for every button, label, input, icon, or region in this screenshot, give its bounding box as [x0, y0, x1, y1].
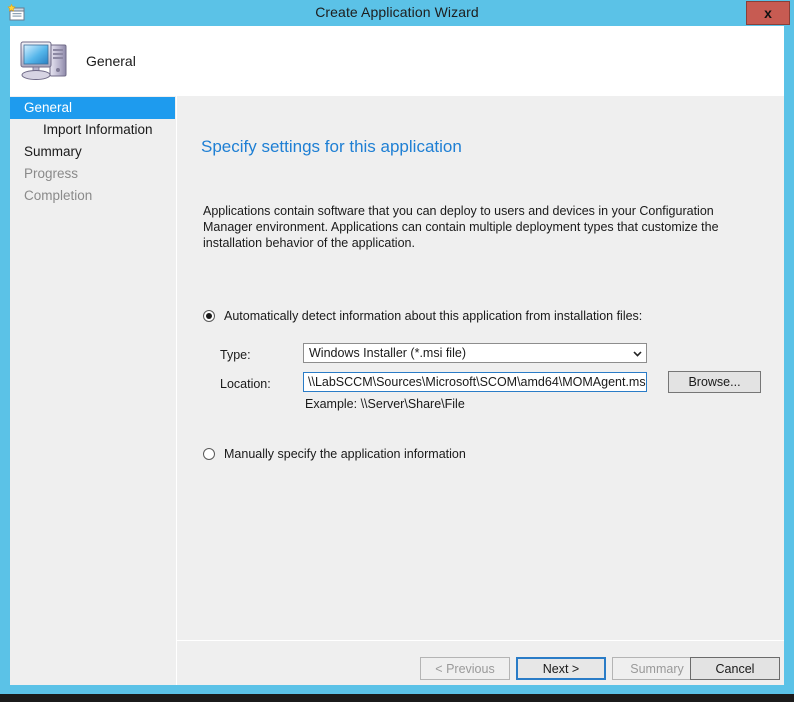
page-title: Specify settings for this application: [201, 137, 462, 156]
wizard-client-area: General General Import Information Summa…: [10, 26, 784, 685]
wizard-step-navigation: General Import Information Summary Progr…: [10, 96, 175, 685]
window-title: Create Application Wizard: [315, 4, 479, 20]
sidebar-item-progress: Progress: [24, 166, 79, 181]
location-input-value: \\LabSCCM\Sources\Microsoft\SCOM\amd64\M…: [308, 375, 647, 389]
radio-automatically-detect-indicator[interactable]: [203, 310, 215, 322]
previous-button: < Previous: [420, 657, 510, 680]
type-dropdown-value: Windows Installer (*.msi file): [309, 346, 466, 360]
cancel-button[interactable]: Cancel: [690, 657, 780, 680]
chevron-down-icon: [628, 344, 646, 362]
sidebar-item-completion: Completion: [24, 188, 93, 203]
location-input[interactable]: \\LabSCCM\Sources\Microsoft\SCOM\amd64\M…: [303, 372, 647, 392]
type-label: Type:: [220, 348, 251, 362]
sidebar-item-summary[interactable]: Summary: [10, 141, 175, 163]
wizard-step-label: General: [86, 53, 136, 69]
page-description: Applications contain software that you c…: [203, 204, 719, 250]
radio-manually-specify[interactable]: Manually specify the application informa…: [203, 447, 466, 461]
close-button[interactable]: x: [746, 1, 790, 25]
sidebar-item-general[interactable]: General: [10, 97, 175, 119]
create-application-wizard-window: Create Application Wizard x General Gene…: [0, 0, 794, 694]
radio-automatically-detect[interactable]: Automatically detect information about t…: [203, 309, 642, 323]
radio-automatically-detect-label: Automatically detect information about t…: [224, 309, 643, 323]
next-button[interactable]: Next >: [516, 657, 606, 680]
summary-button: Summary: [612, 657, 702, 680]
wizard-header: General: [10, 26, 784, 96]
wizard-content-panel: Specify settings for this application Ap…: [177, 96, 784, 640]
browse-button[interactable]: Browse...: [668, 371, 761, 393]
location-label: Location:: [220, 377, 271, 391]
sidebar-item-import-information[interactable]: Import Information: [10, 119, 175, 141]
radio-manually-specify-label: Manually specify the application informa…: [224, 447, 466, 461]
type-dropdown[interactable]: Windows Installer (*.msi file): [303, 343, 647, 363]
wizard-footer: < Previous Next > Summary Cancel: [177, 641, 784, 685]
computer-icon: [17, 35, 73, 87]
location-example-text: Example: \\Server\Share\File: [305, 397, 465, 411]
radio-manually-specify-indicator[interactable]: [203, 448, 215, 460]
title-bar: Create Application Wizard x: [0, 0, 794, 26]
